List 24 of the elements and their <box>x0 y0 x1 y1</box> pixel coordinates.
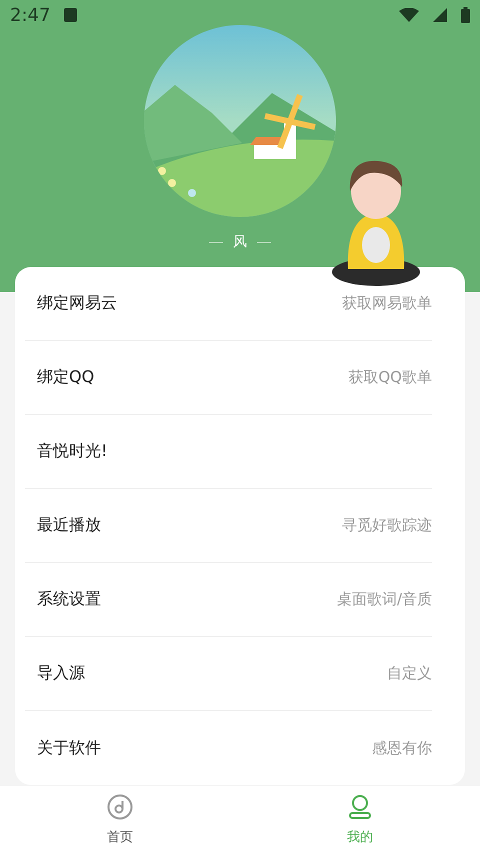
person-icon <box>347 794 373 820</box>
signal-icon <box>433 8 447 22</box>
menu-hint: 感恩有你 <box>372 738 432 758</box>
menu-hint: 获取网易歌单 <box>342 294 432 313</box>
menu-hint: 自定义 <box>387 664 432 683</box>
menu-item[interactable]: 绑定QQ <box>37 367 94 388</box>
menu-item[interactable]: 系统设置 <box>37 589 101 610</box>
menu-hint: 寻觅好歌踪迹 <box>342 516 432 535</box>
menu-item[interactable]: 音悦时光! <box>37 441 108 462</box>
status-time: 2:47 <box>10 4 50 26</box>
profile-name: 风 <box>233 233 247 251</box>
menu-hint: 获取QQ歌单 <box>348 368 432 387</box>
tab-label: 首页 <box>107 828 133 846</box>
notification-icon <box>64 8 78 22</box>
menu-item[interactable]: 绑定网易云 <box>37 293 117 314</box>
menu-item[interactable]: 导入源 <box>37 663 85 684</box>
menu-item[interactable]: 关于软件 <box>37 738 101 758</box>
battery-icon <box>461 7 470 23</box>
menu-hint: 桌面歌词/音质 <box>336 590 432 609</box>
tab-label: 我的 <box>347 828 373 846</box>
menu-item[interactable]: 最近播放 <box>37 515 101 536</box>
wifi-icon <box>399 8 419 22</box>
music-disc-icon <box>107 794 133 820</box>
nav-tab[interactable]: 首页 <box>0 786 240 853</box>
